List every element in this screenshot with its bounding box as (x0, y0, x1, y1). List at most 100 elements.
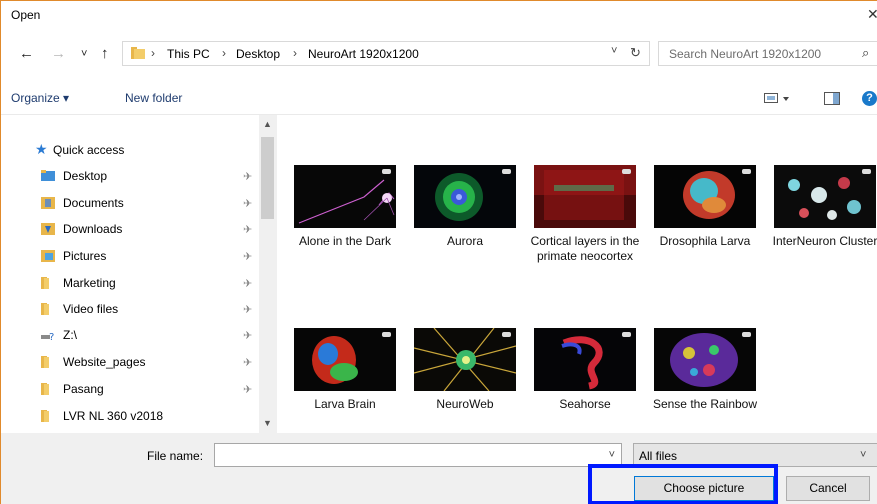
file-name: Alone in the Dark (298, 234, 392, 248)
address-bar[interactable]: › This PC › Desktop › NeuroArt 1920x1200… (122, 41, 650, 66)
scroll-down-icon[interactable]: ▼ (263, 418, 272, 428)
navigation-pane: ★ Quick access Desktop ✈ Documents ✈ Dow… (1, 115, 277, 433)
file-list: Alone in the Dark Aurora Cortical layers… (278, 115, 877, 433)
nav-item-label: Downloads (63, 222, 123, 236)
logo-badge (742, 169, 751, 174)
file-name-label: File name: (147, 449, 204, 463)
up-arrow-icon[interactable]: ↑ (101, 45, 109, 62)
file-name: InterNeuron Cluster (772, 234, 877, 248)
search-input[interactable]: Search NeuroArt 1920x1200 ⌕ (658, 41, 877, 66)
nav-item-label: Desktop (63, 169, 108, 183)
nav-item-label: Website_pages (63, 355, 146, 369)
nav-item-label: Pasang (63, 382, 104, 396)
thumbnail-image (774, 165, 876, 228)
back-arrow-icon[interactable]: ← (19, 45, 34, 62)
thumbnail-image (654, 328, 756, 391)
thumbnail-image (414, 328, 516, 391)
logo-badge (382, 169, 391, 174)
pin-icon[interactable]: ✈ (243, 197, 252, 210)
command-bar: Organize ▾ New folder ? (1, 83, 877, 115)
file-name: Seahorse (559, 397, 611, 411)
scroll-up-icon[interactable]: ▲ (263, 119, 272, 129)
chevron-down-icon[interactable]: ˅ (860, 449, 866, 461)
refresh-icon[interactable]: ↻ (630, 45, 641, 61)
folder-icon (131, 47, 145, 59)
file-item[interactable]: Cortical layers in the primate neocortex (528, 165, 642, 264)
file-item[interactable]: Drosophila Larva (648, 165, 762, 249)
file-name-input[interactable]: ˅ (214, 443, 622, 467)
new-folder-button[interactable]: New folder (125, 91, 182, 105)
folder-icon (41, 277, 49, 289)
nav-item-label: LVR NL 360 v2018 (63, 409, 164, 423)
file-name: Aurora (446, 234, 484, 248)
breadcrumb-desktop[interactable]: Desktop (236, 47, 280, 61)
folder-icon (41, 410, 49, 422)
logo-badge (502, 169, 511, 174)
dialog-title: Open (11, 8, 41, 22)
change-view-icon[interactable] (764, 92, 790, 104)
folder-icon (41, 383, 49, 395)
file-name: NeuroWeb (436, 397, 494, 411)
organize-button[interactable]: Organize ▾ (11, 91, 69, 105)
pin-icon[interactable]: ✈ (243, 223, 252, 236)
star-icon: ★ (35, 141, 48, 157)
forward-arrow-icon[interactable]: → (51, 45, 66, 62)
desktop-folder-icon (41, 170, 55, 181)
file-item[interactable]: NeuroWeb (408, 328, 522, 412)
file-item[interactable]: Seahorse (528, 328, 642, 412)
pin-icon[interactable]: ✈ (243, 329, 252, 342)
network-drive-icon: ? (41, 332, 54, 341)
file-item[interactable]: Sense the Rainbow (648, 328, 762, 412)
chevron-down-icon[interactable]: ˅ (609, 449, 615, 461)
nav-item-label: Pictures (63, 249, 107, 263)
thumbnail-image (294, 328, 396, 391)
logo-badge (382, 332, 391, 337)
file-item[interactable]: Aurora (408, 165, 522, 249)
file-name: Cortical layers in the primate neocortex (530, 234, 640, 263)
nav-scrollbar[interactable]: ▲ ▼ (259, 115, 276, 433)
nav-item-label: Marketing (63, 276, 116, 290)
close-icon[interactable]: ✕ (867, 6, 877, 23)
nav-item-label: Quick access (53, 143, 125, 157)
nav-item-label: Documents (63, 196, 124, 210)
breadcrumb-neuroart[interactable]: NeuroArt 1920x1200 (308, 47, 419, 61)
pin-icon[interactable]: ✈ (243, 250, 252, 263)
file-item[interactable]: Alone in the Dark (288, 165, 402, 249)
file-item[interactable]: Larva Brain (288, 328, 402, 412)
recent-locations-icon[interactable]: ˅ (81, 48, 87, 60)
nav-item-label: Video files (63, 302, 119, 316)
logo-badge (622, 332, 631, 337)
file-item[interactable]: InterNeuron Cluster (768, 165, 877, 249)
logo-badge (502, 332, 511, 337)
pin-icon[interactable]: ✈ (243, 170, 252, 183)
file-name: Larva Brain (314, 397, 376, 411)
chevron-down-icon[interactable]: ˅ (611, 45, 617, 57)
preview-pane-icon[interactable] (824, 92, 840, 105)
logo-badge (742, 332, 751, 337)
file-name: Drosophila Larva (659, 234, 751, 248)
file-name: Sense the Rainbow (652, 397, 758, 411)
pin-icon[interactable]: ✈ (243, 356, 252, 369)
thumbnail-image (414, 165, 516, 228)
documents-folder-icon (41, 197, 55, 209)
pin-icon[interactable]: ✈ (243, 383, 252, 396)
cancel-button[interactable]: Cancel (786, 476, 870, 501)
help-icon[interactable]: ? (862, 91, 877, 106)
breadcrumb-this-pc[interactable]: This PC (167, 47, 210, 61)
choose-picture-button[interactable]: Choose picture (634, 476, 774, 501)
pin-icon[interactable]: ✈ (243, 277, 252, 290)
title-bar: Open ✕ (1, 1, 877, 30)
logo-badge (622, 169, 631, 174)
thumbnail-image (534, 328, 636, 391)
nav-item-label: Z:\ (63, 328, 77, 342)
file-type-value: All files (639, 449, 678, 463)
dialog-footer: File name: ˅ All files ˅ Choose picture … (1, 433, 877, 504)
scrollbar-thumb[interactable] (261, 137, 274, 219)
thumbnail-image (534, 165, 636, 228)
address-row: ← → ˅ ↑ › This PC › Desktop › NeuroArt 1… (1, 41, 877, 71)
breadcrumb-separator: › (293, 46, 297, 60)
search-icon: ⌕ (862, 45, 870, 60)
pin-icon[interactable]: ✈ (243, 303, 252, 316)
downloads-folder-icon (41, 223, 55, 235)
folder-icon (41, 356, 49, 368)
